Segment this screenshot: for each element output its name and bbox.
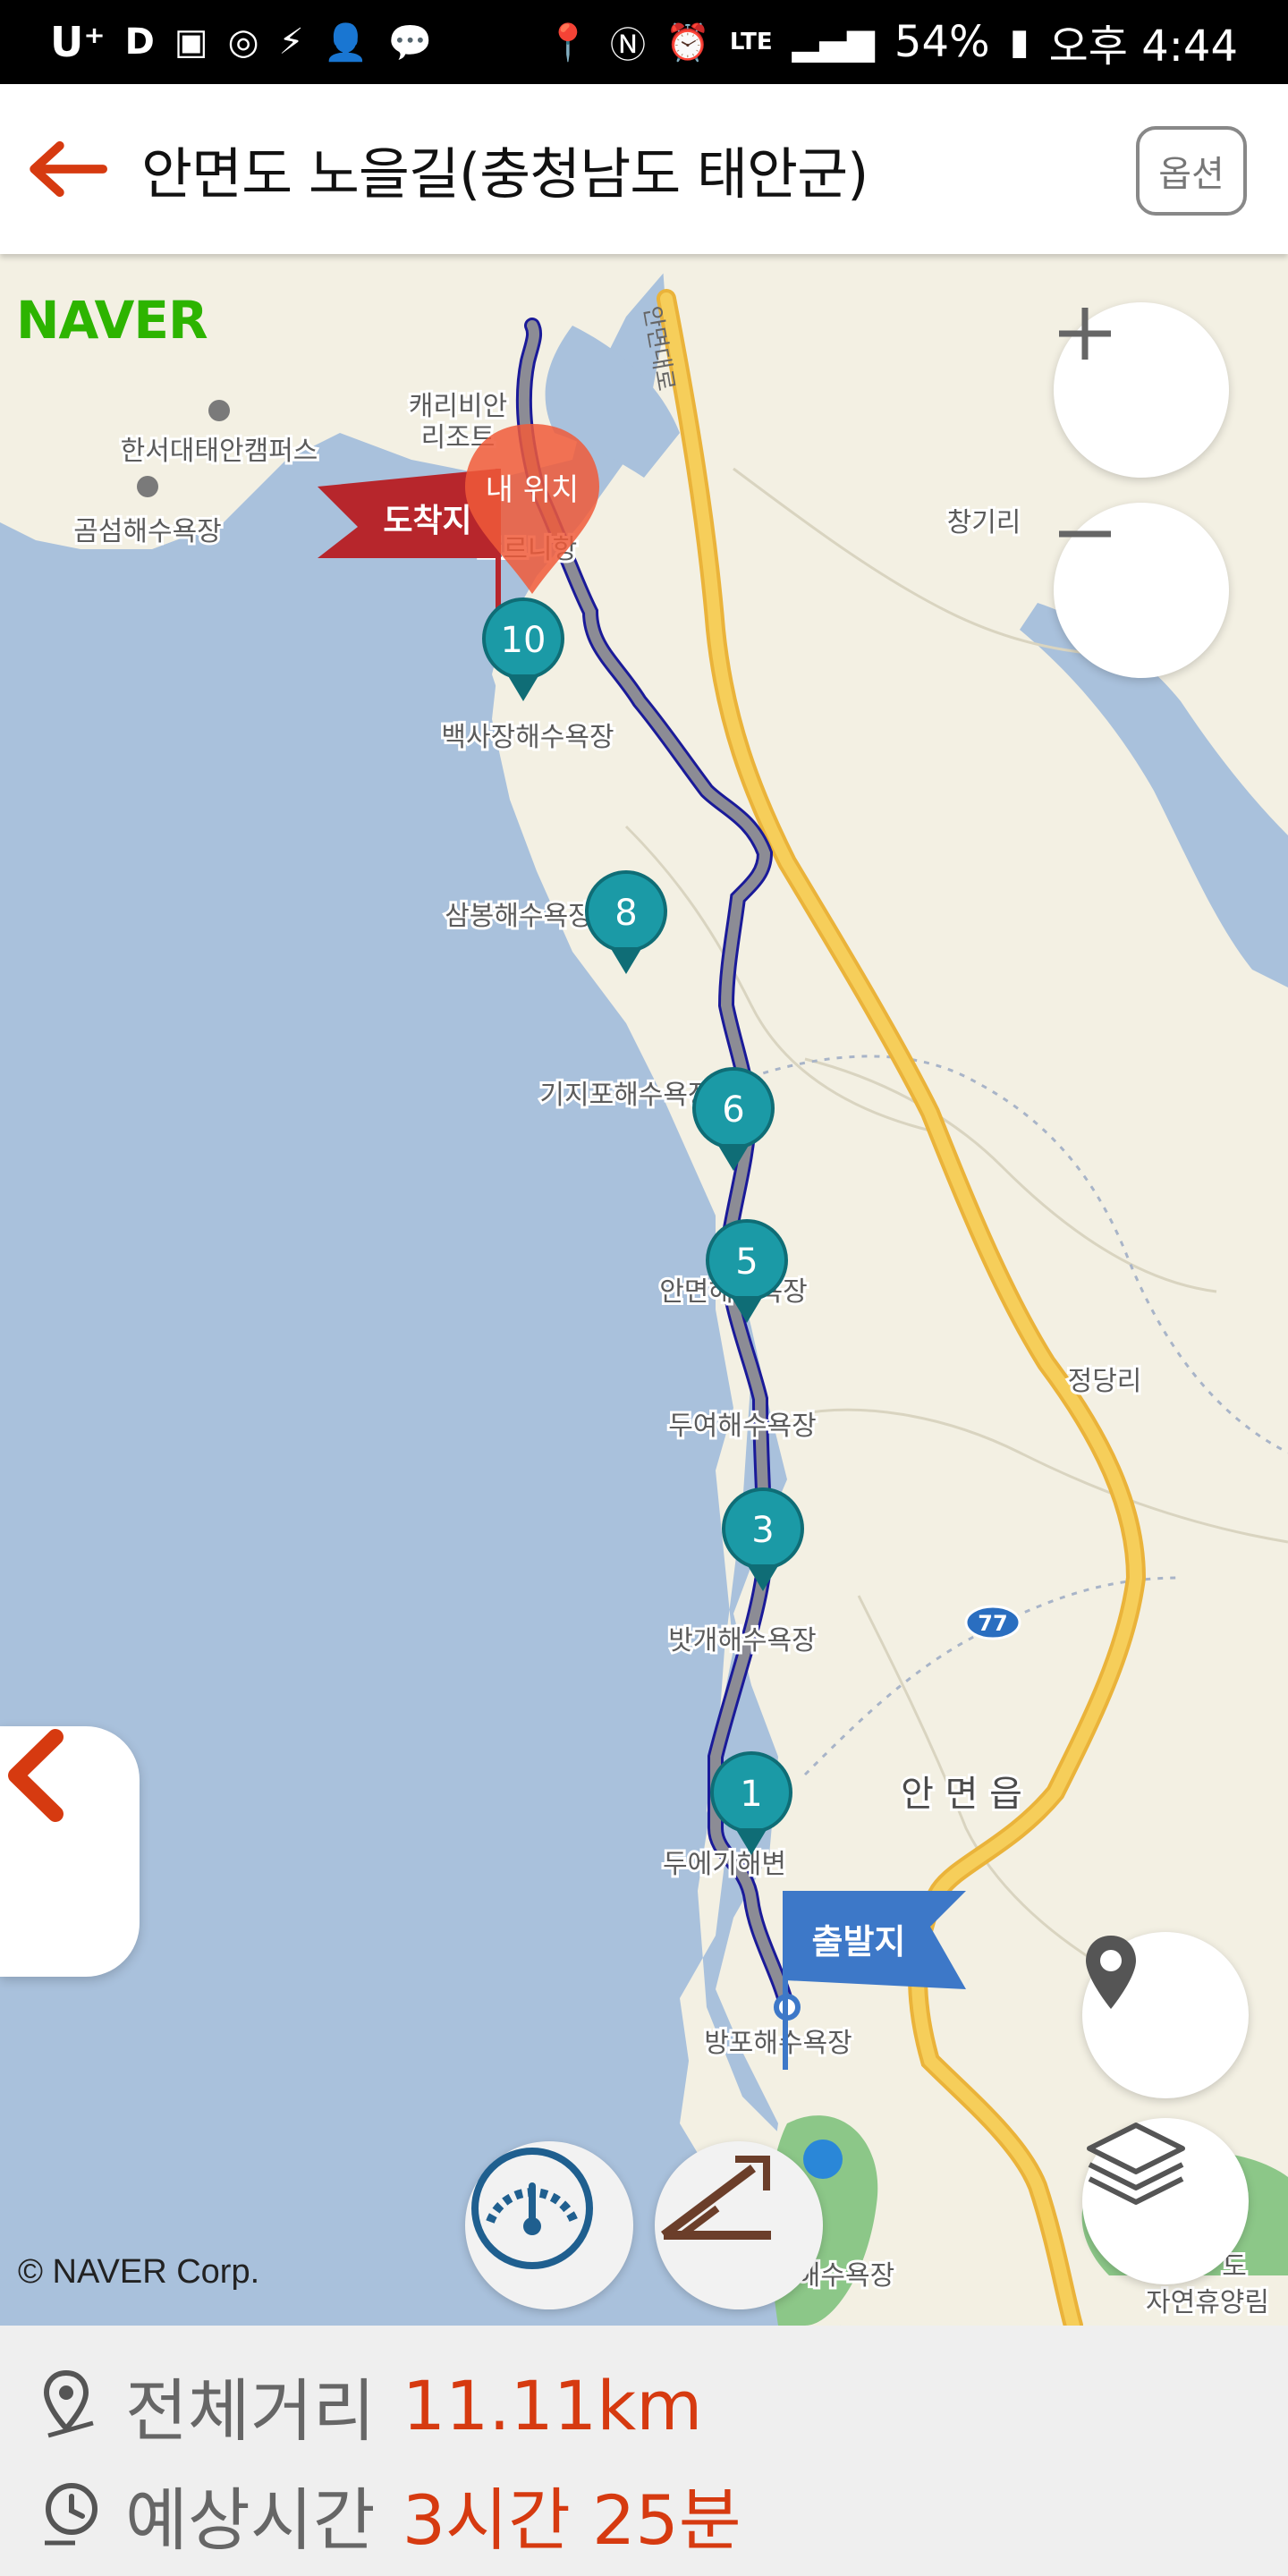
distance-pin-icon <box>43 2369 94 2438</box>
image-icon: ▣ <box>174 21 208 63</box>
battery-percent: 54% <box>894 17 990 67</box>
clock: 오후 4:44 <box>1048 21 1238 72</box>
label-batgae: 밧개해수욕장 <box>668 1625 817 1657</box>
distance-label: 전체거리 <box>125 2371 376 2451</box>
route-marker-6-label: 6 <box>722 1089 744 1131</box>
label-jeongdang: 정당리 <box>1068 1366 1142 1397</box>
naver-logo: NAVER <box>16 290 208 351</box>
app-header: 안면도 노을길(충청남도 태안군) 옵션 <box>0 84 1288 254</box>
rest-area-icon <box>803 2140 843 2179</box>
distance-row: 전체거리 11.11km <box>39 2356 702 2454</box>
minus-icon <box>1059 530 1111 538</box>
my-location-button[interactable] <box>1082 1932 1249 2098</box>
label-caribbean: 캐리비안 <box>409 391 507 422</box>
speedometer-icon <box>471 2148 593 2269</box>
layers-icon <box>1087 2123 1185 2205</box>
route-marker-1-label: 1 <box>740 1774 762 1815</box>
label-duegi: 두에기해변 <box>663 1849 786 1880</box>
layers-button[interactable] <box>1082 2118 1249 2284</box>
clock-pin-icon <box>45 2483 97 2546</box>
nfc-icon: Ⓝ <box>610 25 647 66</box>
route-marker-8-label: 8 <box>614 893 637 934</box>
beach-icon-gomseom <box>137 476 158 497</box>
route-marker-5-label: 5 <box>735 1241 758 1283</box>
time-label: 예상시간 <box>125 2480 376 2560</box>
side-panel-toggle[interactable] <box>0 1726 140 1977</box>
location-icon: 📍 <box>546 21 591 64</box>
end-flag-label: 도착지 <box>383 503 471 539</box>
battery-icon: ▮ <box>1009 21 1030 63</box>
signal-icon: ▂▄▆ <box>792 21 875 63</box>
label-duyeo: 두여해수욕장 <box>668 1411 817 1442</box>
elevation-button[interactable] <box>655 2141 823 2309</box>
label-campus: 한서대태안캠퍼스 <box>121 436 318 467</box>
alarm-icon: ⏰ <box>665 21 710 64</box>
road-77-shield: 77 <box>964 1605 1021 1640</box>
zoom-in-button[interactable] <box>1054 302 1229 478</box>
distance-value: 11.11km <box>402 2365 703 2445</box>
label-baeksajang: 백사장해수욕장 <box>441 722 614 753</box>
map-view[interactable]: 안면대로 77 한서대태안캠퍼스 곰섬해수욕장 캐리비안 리조트 드르니항 백사… <box>0 254 1288 2326</box>
carrier-label: U⁺ <box>50 18 106 66</box>
label-bangpo: 방포해수욕장 <box>704 2028 852 2059</box>
label-forest: 자연휴양림 <box>1146 2287 1269 2318</box>
label-gomseom: 곰섬해수욕장 <box>73 516 222 547</box>
chevron-left-icon <box>8 1729 64 1822</box>
road-77-number: 77 <box>978 1611 1007 1636</box>
back-button[interactable] <box>27 129 107 209</box>
speed-button[interactable] <box>465 2141 633 2309</box>
route-summary: 전체거리 11.11km 예상시간 3시간 25분 <box>0 2326 1288 2576</box>
time-row: 예상시간 3시간 25분 <box>39 2465 741 2563</box>
campus-icon <box>208 400 230 421</box>
option-button[interactable]: 옵션 <box>1136 126 1247 216</box>
elevation-icon <box>661 2156 771 2240</box>
label-gijipo: 기지포해수욕장 <box>539 1080 712 1111</box>
v3-icon: ⚡ <box>278 21 304 63</box>
location-pin-icon <box>1086 1936 1136 2009</box>
back-arrow-icon <box>30 140 107 198</box>
d-icon: D <box>124 21 155 63</box>
time-value: 3시간 25분 <box>402 2480 741 2560</box>
lte-icon: LTE <box>729 29 773 55</box>
my-location-label: 내 위치 <box>486 472 580 508</box>
map-copyright: © NAVER Corp. <box>18 2253 260 2291</box>
zoom-out-button[interactable] <box>1054 503 1229 678</box>
plus-icon <box>1059 308 1111 360</box>
label-changgi: 창기리 <box>947 507 1021 538</box>
status-bar: U⁺ D ▣ ◎ ⚡ 👤 💬 📍 Ⓝ ⏰ LTE ▂▄▆ 54% ▮ 오후 4:… <box>0 0 1288 84</box>
add-user-icon: 👤 <box>323 21 369 64</box>
label-sambong: 삼봉해수욕장 <box>445 901 593 932</box>
page-title: 안면도 노을길(충청남도 태안군) <box>141 141 869 207</box>
activity-icon: ◎ <box>227 21 259 63</box>
route-marker-10-label: 10 <box>501 620 547 661</box>
label-anmyeon-eup: 안 면 읍 <box>901 1774 1022 1815</box>
route-marker-3-label: 3 <box>751 1510 774 1551</box>
talk-icon: 💬 <box>387 21 433 64</box>
start-flag-label: 출발지 <box>812 1922 906 1962</box>
